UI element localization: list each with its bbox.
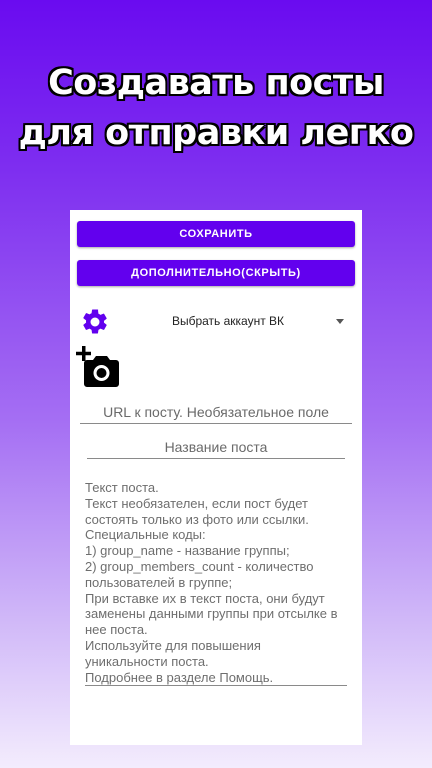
chevron-down-icon [336, 318, 344, 324]
post-title-input[interactable]: Название поста [87, 436, 345, 459]
gear-icon[interactable] [80, 307, 110, 337]
account-select[interactable]: Выбрать аккаунт ВК [120, 310, 348, 332]
save-button[interactable]: СОХРАНИТЬ [77, 221, 355, 247]
post-editor-screen: СОХРАНИТЬ ДОПОЛНИТЕЛЬНО(СКРЫТЬ) Выбрать … [70, 210, 362, 745]
post-url-input[interactable]: URL к посту. Необязательное поле [80, 401, 352, 424]
advanced-toggle-button[interactable]: ДОПОЛНИТЕЛЬНО(СКРЫТЬ) [77, 260, 355, 286]
promo-headline-line-1: Создавать посты [48, 63, 384, 103]
promo-headline-line-2: для отправки легко [18, 113, 414, 153]
promo-headline: Создавать посты для отправки легко [0, 58, 432, 158]
post-text-input[interactable]: Текст поста. Текст необязателен, если по… [85, 480, 347, 686]
account-select-value: Выбрать аккаунт ВК [171, 314, 285, 328]
add-photo-camera-icon[interactable] [76, 346, 122, 388]
